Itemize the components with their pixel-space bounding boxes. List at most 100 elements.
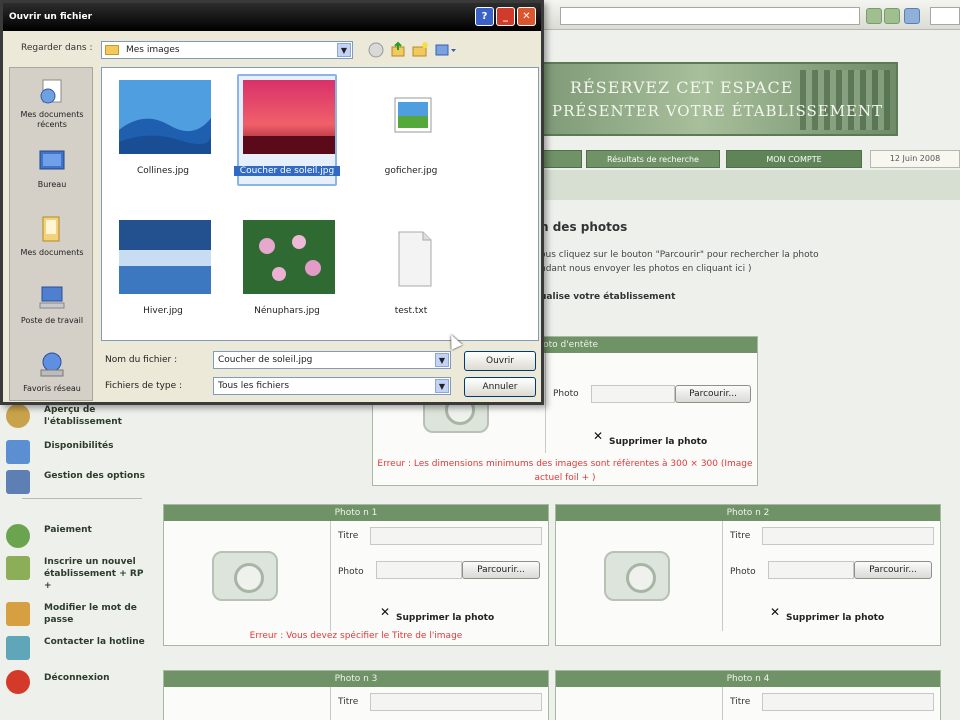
chevron-down-icon[interactable]: ▼ [337,43,351,57]
filetype-value: Tous les fichiers [218,381,290,391]
place-network[interactable]: Favoris réseau [10,344,94,412]
menu-password[interactable]: Modifier le mot de passe [0,598,150,634]
nav-tab-0[interactable] [540,150,582,168]
places-bar: Mes documents récents Bureau Mes documen… [9,67,93,401]
view-menu-icon[interactable] [435,41,456,59]
menu-label: Gestion des options [44,471,145,481]
delete-checkbox-icon[interactable]: ✕ [770,605,780,619]
chevron-down-icon[interactable]: ▼ [435,379,449,393]
lookin-dropdown[interactable]: Mes images ▼ [101,41,353,59]
new-establishment-icon [6,556,30,580]
delete-label: Supprimer la photo [786,613,885,623]
back-icon[interactable] [367,41,385,59]
title-label: Titre [338,697,359,707]
search-input[interactable] [930,7,960,25]
place-desktop[interactable]: Bureau [10,140,94,208]
panel-divider [330,687,331,720]
filename-label: Nom du fichier : [105,355,178,365]
file-name: Collines.jpg [136,166,189,176]
place-label: Favoris réseau [23,384,81,393]
my-documents-icon [37,214,67,244]
photo-input[interactable] [591,385,675,403]
menu-new-establishment[interactable]: Inscrire un nouvel établissement + RP + [0,552,150,596]
delete-label: Supprimer la photo [396,613,495,623]
close-button[interactable]: ✕ [517,7,536,26]
file-name: Nénuphars.jpg [254,306,320,316]
error-message: Erreur : Les dimensions minimums des ima… [377,459,753,483]
folder-icon [105,45,119,55]
delete-label: Supprimer la photo [609,437,708,447]
nav-tab-account[interactable]: MON COMPTE [726,150,862,168]
browse-button[interactable]: Parcourir... [462,561,540,579]
file-item[interactable]: goficher.jpg [356,74,466,198]
chevron-down-icon[interactable]: ▼ [435,353,449,367]
new-folder-icon[interactable] [411,41,429,59]
lookin-value: Mes images [126,45,180,55]
menu-label: Modifier le mot de passe [44,603,137,625]
nav-tab-results[interactable]: Résultats de recherche [586,150,720,168]
refresh-icon[interactable] [904,8,920,24]
menu-options[interactable]: Gestion des options [0,466,150,502]
menu-logout[interactable]: Déconnexion [0,666,150,702]
file-item[interactable]: Nénuphars.jpg [232,214,342,338]
photo-input[interactable] [768,561,854,579]
browse-button[interactable]: Parcourir... [675,385,751,403]
hills-thumbnail [119,80,211,154]
photo-panel-1: Photo n 1 Titre Photo Parcourir... ✕ Sup… [163,504,549,646]
waterlilies-thumbnail [243,220,335,294]
cancel-button[interactable]: Annuler [464,377,536,397]
address-bar[interactable] [560,7,860,25]
desktop-icon [37,146,67,176]
place-recent-documents[interactable]: Mes documents récents [10,70,94,138]
section-instructions: ous cliquez sur le bouton "Parcourir" po… [540,250,819,260]
menu-label: Paiement [44,525,92,535]
photo-panel-4: Photo n 4 Titre [555,670,941,720]
delete-checkbox-icon[interactable]: ✕ [380,605,390,619]
dialog-titlebar[interactable]: Ouvrir un fichier ? _ ✕ [3,3,541,31]
filename-input[interactable]: Coucher de soleil.jpg ▼ [213,351,451,369]
forward-icon[interactable] [884,8,900,24]
place-label: Mes documents [20,248,84,257]
ad-banner[interactable]: RÉSERVEZ CET ESPACE PRÉSENTER VOTRE ÉTAB… [540,62,898,136]
title-label: Titre [730,697,751,707]
building-graphic [800,70,890,130]
file-list-view: Collines.jpg Coucher de soleil.jpg gofic… [101,67,539,341]
place-my-documents[interactable]: Mes documents [10,208,94,276]
title-input[interactable] [370,693,542,711]
filetype-dropdown[interactable]: Tous les fichiers ▼ [213,377,451,395]
banner-line2: PRÉSENTER VOTRE ÉTABLISSEMENT [552,102,884,120]
help-button[interactable]: ? [475,7,494,26]
browse-button[interactable]: Parcourir... [854,561,932,579]
file-item-selected[interactable]: Coucher de soleil.jpg [232,74,342,198]
open-button[interactable]: Ouvrir [464,351,536,371]
photo-input[interactable] [376,561,462,579]
panel-title: Photo n 3 [164,671,548,687]
logout-icon [6,670,30,694]
panel-title: Photo n 1 [164,505,548,521]
menu-hotline[interactable]: Contacter la hotline [0,632,150,668]
network-places-icon [37,350,67,380]
photo-label: Photo [553,389,579,399]
file-item[interactable]: Collines.jpg [108,74,218,198]
sunset-thumbnail [243,80,335,154]
lookin-label: Regarder dans : [21,43,93,53]
place-label: Bureau [37,180,67,189]
photo-label: Photo [730,567,756,577]
go-icon[interactable] [866,8,882,24]
filename-value: Coucher de soleil.jpg [218,355,313,365]
home-icon [6,602,30,626]
title-input[interactable] [762,693,934,711]
my-computer-icon [37,282,67,312]
file-name: goficher.jpg [384,166,438,176]
delete-checkbox-icon[interactable]: ✕ [593,429,603,443]
file-item[interactable]: Hiver.jpg [108,214,218,338]
title-input[interactable] [762,527,934,545]
banner-line1: RÉSERVEZ CET ESPACE [570,78,794,97]
close-icon-red[interactable]: _ [496,7,515,26]
image-file-icon [367,80,459,154]
title-input[interactable] [370,527,542,545]
menu-payment[interactable]: Paiement [0,520,150,556]
up-folder-icon[interactable] [389,41,407,59]
place-my-computer[interactable]: Poste de travail [10,276,94,344]
file-item[interactable]: test.txt [356,214,466,338]
